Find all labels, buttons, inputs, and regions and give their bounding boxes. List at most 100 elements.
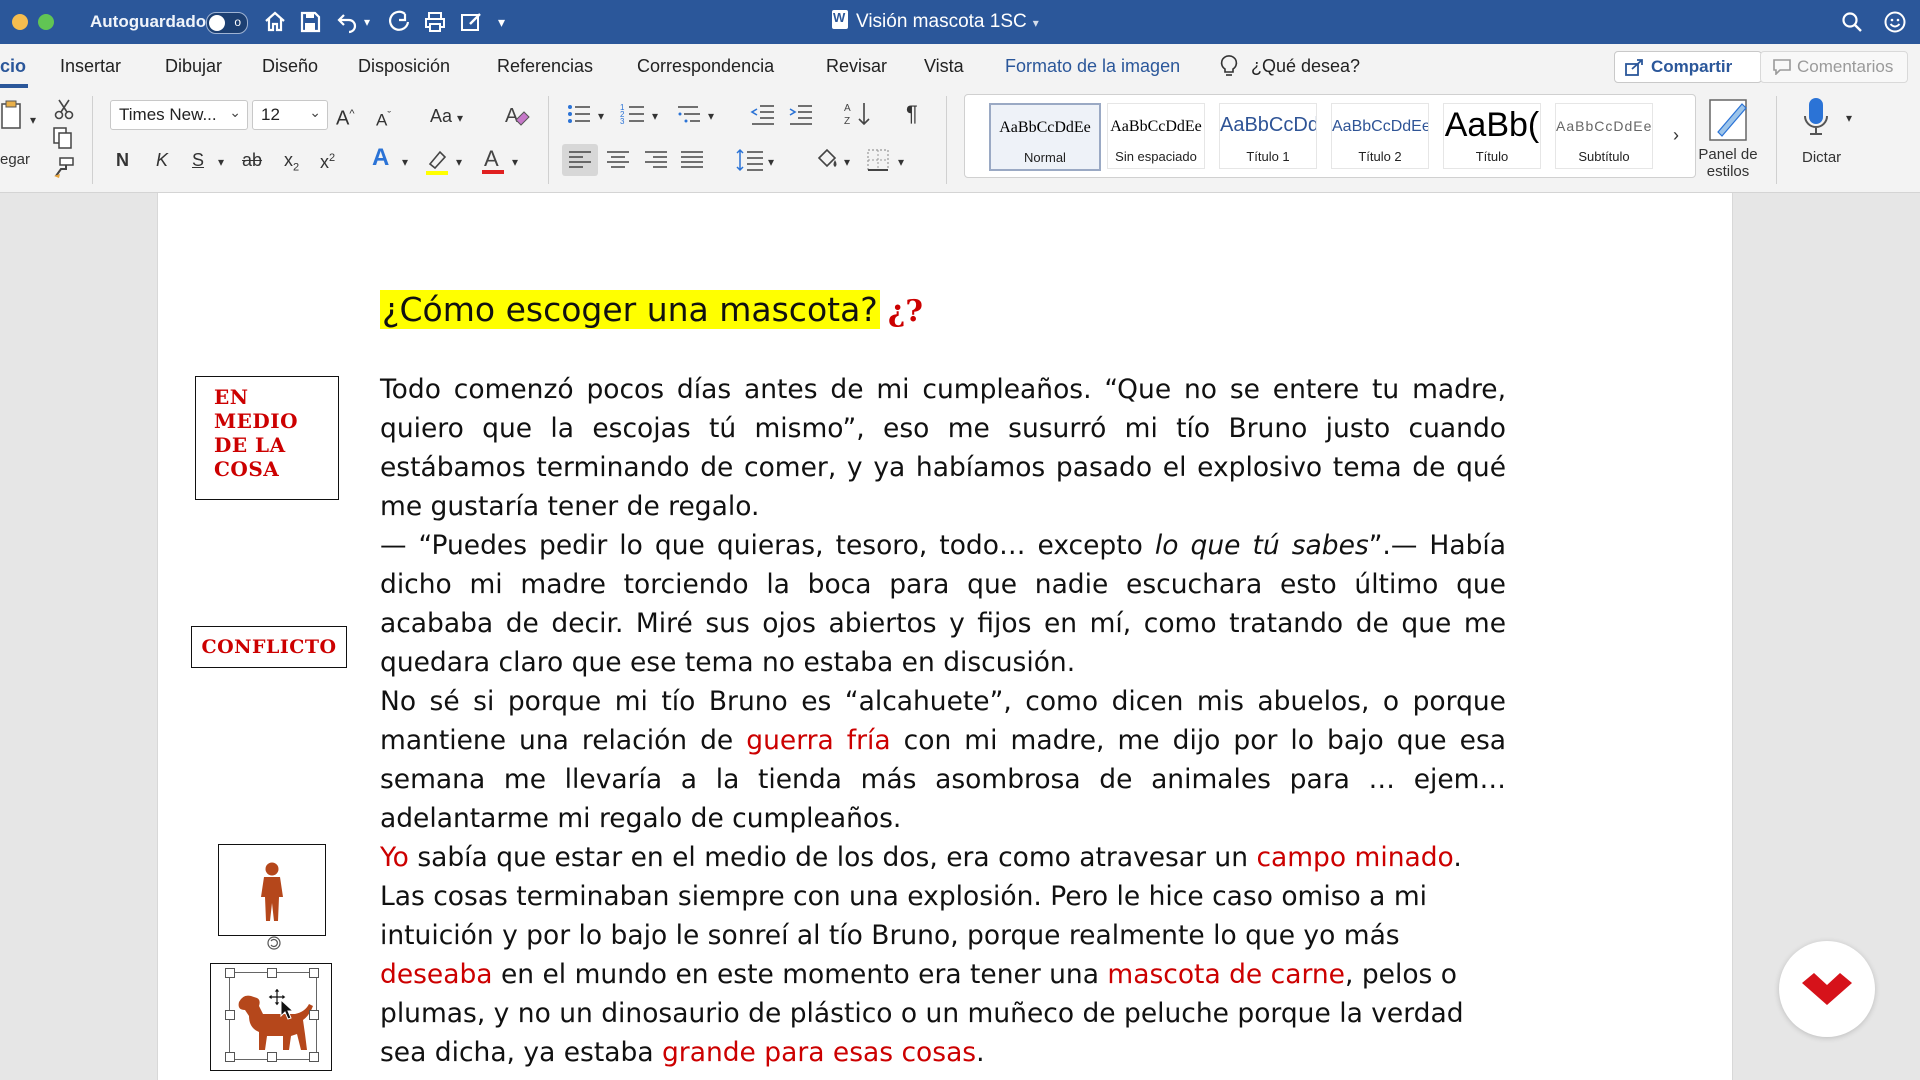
- resize-handle[interactable]: [225, 1010, 235, 1020]
- tab-revisar[interactable]: Revisar: [826, 56, 887, 77]
- paste-dropdown-icon[interactable]: ▾: [30, 108, 36, 132]
- tab-vista[interactable]: Vista: [924, 56, 964, 77]
- tell-me-search[interactable]: ¿Qué desea?: [1251, 56, 1360, 77]
- document-body[interactable]: Todo comenzó pocos días antes de mi cump…: [380, 370, 1506, 1072]
- resize-handle[interactable]: [309, 1010, 319, 1020]
- sort-icon[interactable]: AZ: [844, 100, 872, 128]
- tab-referencias[interactable]: Referencias: [497, 56, 593, 77]
- font-name-combo[interactable]: Times New... ⌄: [110, 100, 248, 130]
- superscript-button[interactable]: x2: [320, 146, 335, 174]
- align-center-icon[interactable]: [606, 150, 630, 170]
- redo-icon[interactable]: [386, 10, 412, 34]
- numbering-dropdown-icon[interactable]: ▾: [652, 104, 658, 128]
- dictate-dropdown-icon[interactable]: ▾: [1846, 106, 1852, 130]
- style-normal[interactable]: AaBbCcDdEe Normal: [989, 103, 1101, 171]
- style-titulo[interactable]: AaBb( Título: [1443, 103, 1541, 169]
- borders-icon[interactable]: [866, 148, 890, 172]
- window-zoom-button[interactable]: [38, 14, 54, 30]
- decrease-indent-icon[interactable]: [750, 102, 776, 126]
- smiley-icon[interactable]: [1882, 10, 1908, 34]
- change-case-button[interactable]: Aa ▾: [430, 104, 463, 130]
- style-titulo-2[interactable]: AaBbCcDdEe Título 2: [1331, 103, 1429, 169]
- underline-dropdown-icon[interactable]: ▾: [218, 150, 224, 174]
- italic-button[interactable]: K: [156, 148, 168, 172]
- multilevel-dropdown-icon[interactable]: ▾: [708, 104, 714, 128]
- tab-diseno[interactable]: Diseño: [262, 56, 318, 77]
- conflicto-textbox[interactable]: CONFLICTO: [191, 626, 347, 668]
- shading-dropdown-icon[interactable]: ▾: [844, 150, 850, 174]
- print-icon[interactable]: [422, 10, 448, 34]
- bullets-icon[interactable]: [566, 102, 592, 126]
- bullets-dropdown-icon[interactable]: ▾: [598, 104, 604, 128]
- bold-button[interactable]: N: [116, 148, 129, 172]
- font-size-combo[interactable]: 12 ⌄: [252, 100, 328, 130]
- cut-icon[interactable]: [54, 98, 74, 120]
- align-left-button[interactable]: [562, 144, 598, 176]
- style-subtitulo[interactable]: AaBbCcDdEe Subtítulo: [1555, 103, 1653, 169]
- tab-disposicion[interactable]: Disposición: [358, 56, 450, 77]
- numbering-icon[interactable]: 123: [620, 102, 646, 126]
- save-icon[interactable]: [298, 10, 322, 34]
- line-spacing-icon[interactable]: [736, 148, 764, 172]
- paste-icon[interactable]: [0, 100, 28, 132]
- search-icon[interactable]: [1840, 10, 1864, 34]
- undo-dropdown-icon[interactable]: ▾: [364, 10, 370, 34]
- en-medio-line: MEDIO: [214, 409, 299, 433]
- style-titulo-1[interactable]: AaBbCcDd Título 1: [1219, 103, 1317, 169]
- shrink-font-icon[interactable]: Aˇ: [376, 104, 391, 133]
- en-medio-textbox[interactable]: EN MEDIO DE LA COSA: [195, 376, 339, 500]
- child-image[interactable]: [218, 844, 326, 936]
- highlight-icon[interactable]: [424, 148, 450, 176]
- dog-image[interactable]: [210, 963, 332, 1071]
- shading-icon[interactable]: [814, 146, 840, 172]
- copy-icon[interactable]: [52, 126, 74, 150]
- font-color-dropdown-icon[interactable]: ▾: [512, 150, 518, 174]
- tab-correspondencia[interactable]: Correspondencia: [637, 56, 774, 77]
- resize-handle[interactable]: [267, 968, 277, 978]
- styles-more-chevron-icon[interactable]: ›: [1673, 123, 1679, 147]
- grow-font-icon[interactable]: A^: [336, 102, 355, 131]
- document-heading[interactable]: ¿Cómo escoger una mascota? ¿?: [380, 290, 923, 329]
- tab-formato-imagen[interactable]: Formato de la imagen: [1005, 56, 1180, 77]
- format-painter-icon[interactable]: [52, 156, 76, 180]
- show-paragraph-marks-icon[interactable]: ¶: [906, 102, 918, 126]
- resize-handle[interactable]: [225, 1052, 235, 1062]
- window-minimize-button[interactable]: [12, 14, 28, 30]
- multilevel-list-icon[interactable]: [676, 102, 702, 126]
- line-spacing-dropdown-icon[interactable]: ▾: [768, 150, 774, 174]
- autosave-toggle[interactable]: o: [206, 12, 248, 34]
- dictate-label[interactable]: Dictar: [1802, 146, 1841, 170]
- share-button[interactable]: Compartir: [1614, 51, 1762, 83]
- tab-inicio[interactable]: cio: [0, 56, 26, 77]
- subscript-button[interactable]: x2: [284, 148, 299, 180]
- edit-icon[interactable]: [458, 10, 484, 34]
- home-icon[interactable]: [262, 10, 288, 34]
- align-right-icon[interactable]: [644, 150, 668, 170]
- resize-handle[interactable]: [309, 1052, 319, 1062]
- tab-insertar[interactable]: Insertar: [60, 56, 121, 77]
- text-effects-dropdown-icon[interactable]: ▾: [402, 150, 408, 174]
- rotate-handle-icon[interactable]: [265, 934, 283, 954]
- tab-dibujar[interactable]: Dibujar: [165, 56, 222, 77]
- resize-handle[interactable]: [267, 1052, 277, 1062]
- undo-icon[interactable]: [334, 10, 360, 34]
- highlight-dropdown-icon[interactable]: ▾: [456, 150, 462, 174]
- styles-pane-label[interactable]: Panel de estilos: [1698, 146, 1758, 180]
- borders-dropdown-icon[interactable]: ▾: [898, 150, 904, 174]
- paste-label[interactable]: egar: [0, 148, 30, 172]
- word-doc-icon: [832, 10, 848, 29]
- increase-indent-icon[interactable]: [788, 102, 814, 126]
- styles-pane-icon[interactable]: [1708, 96, 1752, 144]
- resize-handle[interactable]: [309, 968, 319, 978]
- strikethrough-button[interactable]: ab: [242, 148, 262, 172]
- underline-button[interactable]: S: [192, 148, 204, 172]
- resize-handle[interactable]: [225, 968, 235, 978]
- style-sin-espaciado[interactable]: AaBbCcDdEe Sin espaciado: [1107, 103, 1205, 169]
- microphone-icon[interactable]: [1802, 96, 1830, 138]
- comments-button[interactable]: Comentarios: [1760, 51, 1908, 83]
- text-effects-icon[interactable]: A: [372, 146, 389, 170]
- font-color-icon[interactable]: A: [480, 146, 506, 176]
- customize-toolbar-icon[interactable]: ▾: [498, 10, 505, 34]
- clear-formatting-icon[interactable]: A: [502, 102, 530, 130]
- justify-icon[interactable]: [680, 150, 704, 170]
